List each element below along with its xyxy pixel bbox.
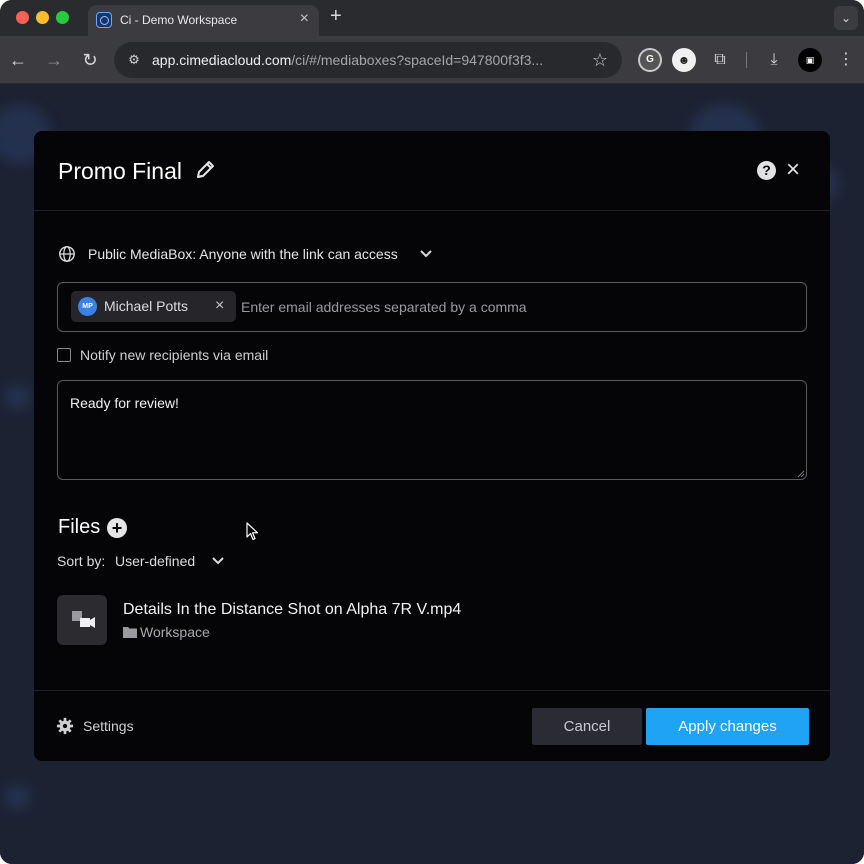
minimize-window-button[interactable]	[36, 11, 49, 24]
close-icon[interactable]: ×	[786, 158, 800, 182]
recipient-name: Michael Potts	[104, 298, 189, 314]
email-input[interactable]	[241, 291, 791, 322]
recipient-chip: MP Michael Potts ×	[71, 291, 236, 322]
pencil-edit-icon[interactable]	[194, 157, 218, 181]
new-tab-button[interactable]: +	[330, 5, 342, 27]
chevron-down-icon[interactable]	[419, 247, 433, 261]
add-file-icon[interactable]: +	[107, 518, 127, 538]
browser-window: Ci - Demo Workspace × + ⌄ ← → ↻ ⚙ app.ci…	[0, 0, 864, 864]
tab-close-icon[interactable]: ×	[300, 10, 309, 28]
settings-label: Settings	[83, 718, 134, 734]
header-divider	[34, 210, 830, 211]
footer-divider	[34, 690, 830, 691]
file-list-item[interactable]: Details In the Distance Shot on Alpha 7R…	[57, 595, 807, 647]
resize-handle-icon[interactable]	[797, 470, 805, 478]
gear-icon	[56, 717, 74, 735]
url-text[interactable]: app.cimediacloud.com/ci/#/mediaboxes?spa…	[152, 52, 543, 68]
help-icon[interactable]: ?	[757, 161, 776, 180]
sort-value: User-defined	[115, 553, 196, 569]
avatar: MP	[78, 297, 97, 316]
site-info-icon[interactable]: ⚙	[124, 50, 144, 70]
backdrop-blur	[4, 384, 30, 410]
extension-g-icon[interactable]: G	[638, 48, 662, 72]
bookmark-star-icon[interactable]: ☆	[592, 49, 608, 71]
extensions-puzzle-icon[interactable]: ⧉	[708, 48, 732, 72]
browser-menu-icon[interactable]: ⋮	[834, 48, 858, 72]
file-thumbnail	[57, 595, 107, 645]
close-window-button[interactable]	[16, 11, 29, 24]
back-button[interactable]: ←	[5, 47, 31, 73]
profile-avatar[interactable]: ☻	[672, 48, 696, 72]
file-name[interactable]: Details In the Distance Shot on Alpha 7R…	[123, 601, 461, 619]
notify-label: Notify new recipients via email	[80, 347, 269, 363]
maximize-window-button[interactable]	[56, 11, 69, 24]
access-label: Public MediaBox: Anyone with the link ca…	[88, 246, 398, 262]
chevron-down-icon[interactable]	[211, 554, 225, 568]
file-location[interactable]: Workspace	[140, 624, 210, 640]
files-heading: Files	[58, 516, 101, 538]
apply-changes-button[interactable]: Apply changes	[646, 708, 809, 745]
message-textarea[interactable]	[57, 380, 807, 480]
forward-button[interactable]: →	[41, 47, 67, 73]
reload-button[interactable]: ↻	[77, 47, 103, 73]
mouse-cursor-icon	[246, 522, 259, 541]
sort-label: Sort by:	[57, 553, 106, 569]
mediabox-modal: Promo Final ? × Public MediaBox: Anyone …	[34, 131, 830, 761]
address-bar[interactable]: ⚙ app.cimediacloud.com/ci/#/mediaboxes?s…	[114, 42, 622, 78]
url-path: /ci/#/mediaboxes?spaceId=947800f3f3...	[291, 52, 544, 68]
tab-ci-demo-workspace[interactable]: Ci - Demo Workspace ×	[88, 5, 319, 36]
download-icon[interactable]: ⤓	[762, 48, 786, 72]
notify-checkbox[interactable]	[57, 348, 71, 362]
remove-recipient-icon[interactable]: ×	[215, 296, 224, 316]
folder-icon	[123, 627, 137, 638]
cancel-button[interactable]: Cancel	[532, 708, 642, 745]
extension-icon[interactable]: ▣	[798, 48, 822, 72]
globe-icon	[59, 246, 75, 262]
tab-strip: Ci - Demo Workspace × + ⌄	[0, 0, 864, 36]
tab-title: Ci - Demo Workspace	[120, 13, 238, 27]
browser-toolbar: ← → ↻ ⚙ app.cimediacloud.com/ci/#/mediab…	[0, 36, 864, 84]
url-host: app.cimediacloud.com	[152, 52, 292, 68]
recipients-field[interactable]: MP Michael Potts ×	[57, 282, 807, 332]
toolbar-separator	[746, 52, 747, 68]
modal-title: Promo Final	[58, 158, 182, 184]
ci-favicon-icon	[96, 12, 112, 28]
video-file-icon	[72, 611, 95, 628]
tab-search-button[interactable]: ⌄	[834, 6, 858, 30]
backdrop-blur	[4, 784, 30, 810]
